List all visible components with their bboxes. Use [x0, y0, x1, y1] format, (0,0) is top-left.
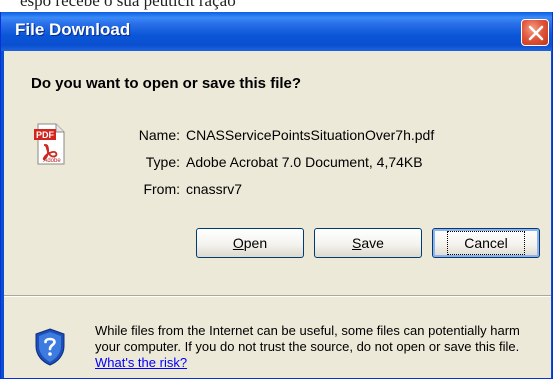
dialog-question: Do you want to open or save this file? [31, 75, 302, 92]
pdf-file-icon: PDF Adobe [34, 123, 65, 165]
close-icon [528, 25, 544, 41]
file-name-value: CNASServicePointsSituationOver7h.pdf [186, 127, 435, 143]
save-button[interactable]: Save [314, 228, 422, 258]
file-source-value: cnassrv7 [186, 181, 243, 197]
type-label: Type: [145, 154, 180, 170]
dialog-body: Do you want to open or save this file? P… [1, 51, 552, 378]
from-label: From: [143, 181, 180, 197]
whats-the-risk-link[interactable]: What's the risk? [95, 355, 187, 370]
open-label-rest: pen [243, 235, 268, 251]
divider [4, 295, 551, 297]
name-label: Name: [138, 127, 180, 143]
pdf-badge-text: PDF [36, 130, 55, 140]
cancel-button[interactable]: Cancel [432, 228, 540, 258]
security-warning: While files from the Internet can be use… [95, 323, 545, 371]
window-title: File Download [15, 20, 131, 39]
close-button[interactable] [521, 19, 549, 46]
background-text: espo recebe o sua peuticit ração [20, 0, 236, 10]
save-label-rest: ave [361, 235, 384, 251]
file-download-dialog: File Download Do you want to open or sav… [0, 12, 553, 379]
open-accelerator: O [232, 235, 244, 251]
security-shield-icon [35, 328, 65, 366]
open-button[interactable]: Open [196, 228, 304, 258]
file-type-value: Adobe Acrobat 7.0 Document, 4,74KB [186, 154, 423, 170]
cancel-label: Cancel [447, 231, 525, 255]
warning-text: While files from the Internet can be use… [95, 323, 520, 354]
save-accelerator: S [352, 235, 362, 251]
background-page-fragment: espo recebe o sua peuticit ração [0, 0, 553, 12]
adobe-brand-text: Adobe [43, 158, 61, 164]
title-bar[interactable]: File Download [1, 12, 552, 51]
